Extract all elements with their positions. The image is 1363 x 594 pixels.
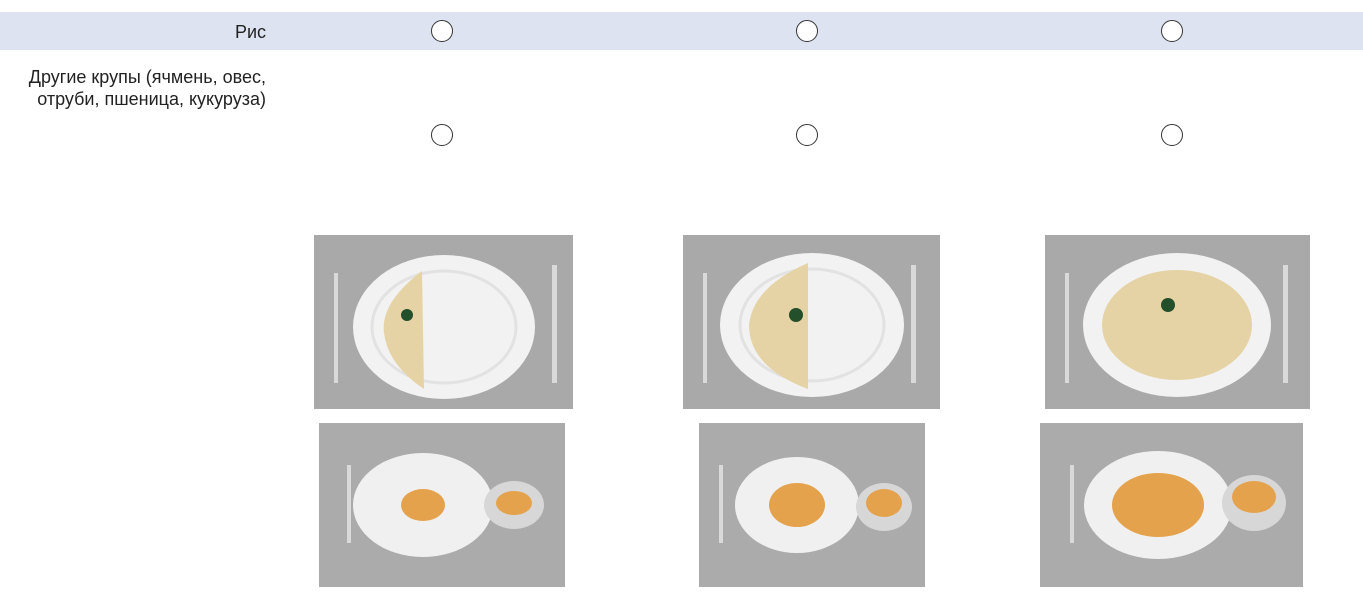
other-grains-medium-radio[interactable] — [796, 124, 818, 146]
rice-row-label: Рис — [234, 22, 266, 42]
other-grains-row-label: Другие крупы (ячмень, овес, отруби, пшен… — [28, 67, 266, 109]
rice-small-radio[interactable] — [431, 20, 453, 42]
cereal-bowl-medium-image — [699, 423, 925, 587]
cereal-bowl-small-image — [319, 423, 565, 587]
rice-plate-large-image — [1045, 235, 1310, 409]
cereal-bowl-large-image — [1040, 423, 1303, 587]
rice-large-radio[interactable] — [1161, 20, 1183, 42]
rice-medium-radio[interactable] — [796, 20, 818, 42]
rice-plate-medium-image — [683, 235, 940, 409]
other-grains-small-radio[interactable] — [431, 124, 453, 146]
other-grains-large-radio[interactable] — [1161, 124, 1183, 146]
rice-plate-small-image — [314, 235, 573, 409]
